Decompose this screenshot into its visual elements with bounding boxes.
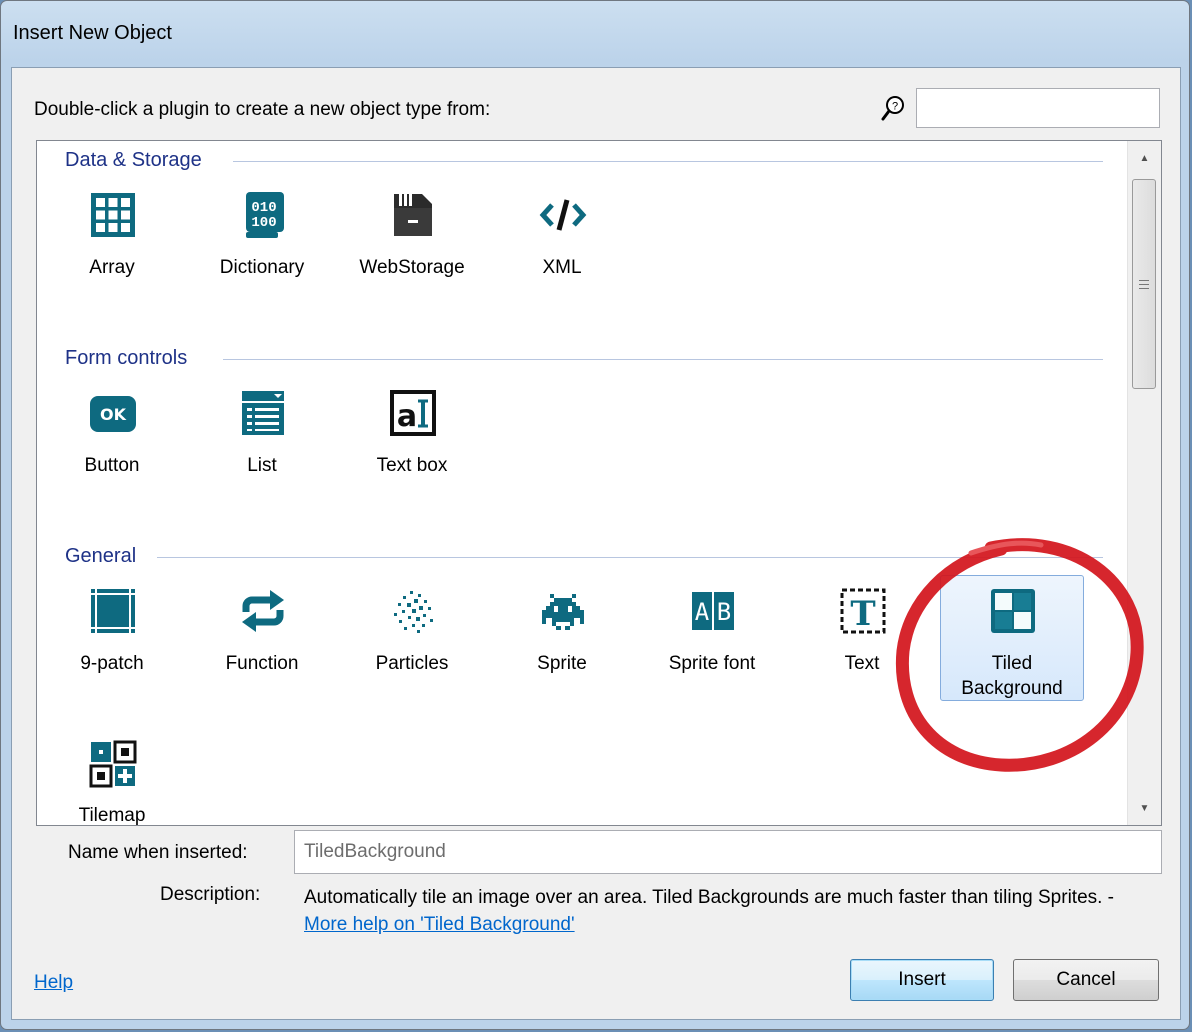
particles-icon: [394, 591, 433, 633]
plugin-label: Array: [89, 257, 135, 278]
tilemap-icon: [89, 740, 137, 788]
svg-text:OK: OK: [100, 405, 127, 424]
plugin-item-array[interactable]: Array: [40, 179, 184, 303]
plugin-label: Sprite font: [668, 653, 756, 674]
svg-text:100: 100: [251, 215, 276, 231]
plugin-label: Text box: [376, 455, 448, 476]
tiled-background-icon: [991, 589, 1035, 633]
name-when-inserted-field[interactable]: TiledBackground: [294, 830, 1162, 874]
plugin-label: XML: [542, 257, 582, 278]
plugin-label: Button: [84, 455, 140, 476]
plugin-label: Tiled Background: [961, 653, 1063, 699]
plugin-item-tiled-background[interactable]: Tiled Background: [940, 575, 1084, 701]
scroll-up-arrow-icon[interactable]: ▲: [1128, 141, 1161, 175]
plugin-list-scrollbar[interactable]: ▲ ▼: [1127, 141, 1161, 825]
svg-text:A: A: [695, 598, 710, 626]
repeat-arrows-icon: [242, 590, 284, 632]
svg-text:T: T: [850, 594, 875, 634]
search-icon: ?: [881, 96, 904, 121]
plugin-item-tilemap[interactable]: Tilemap: [40, 727, 184, 826]
plugin-item-list[interactable]: List: [190, 377, 334, 501]
scroll-down-arrow-icon[interactable]: ▼: [1128, 791, 1161, 825]
scroll-thumb[interactable]: [1132, 179, 1156, 389]
storage-drive-icon: [394, 194, 432, 236]
plugin-item-function[interactable]: Function: [190, 575, 334, 699]
svg-text:?: ?: [892, 101, 898, 113]
list-icon: [242, 391, 284, 435]
plugin-label: 9-patch: [80, 653, 144, 674]
more-help-link[interactable]: More help on 'Tiled Background': [304, 914, 575, 935]
plugin-item-sprite[interactable]: Sprite: [490, 575, 634, 699]
name-when-inserted-label: Name when inserted:: [68, 842, 248, 863]
space-invader-icon: [542, 594, 584, 630]
search-input[interactable]: [916, 88, 1160, 128]
plugin-item-text[interactable]: T Text: [790, 575, 934, 699]
dialog-client-area: Double-click a plugin to create a new ob…: [11, 67, 1181, 1020]
plugin-item-text-box[interactable]: a Text box: [340, 377, 484, 501]
svg-text:a: a: [397, 399, 417, 434]
svg-text:B: B: [717, 598, 731, 626]
plugin-item-particles[interactable]: Particles: [340, 575, 484, 699]
plugin-label: Text: [844, 653, 880, 674]
plugin-label: Function: [225, 653, 299, 674]
dialog-window: Insert New Object Double-click a plugin …: [0, 0, 1190, 1030]
plugin-item-9-patch[interactable]: 9-patch: [40, 575, 184, 699]
svg-text:010: 010: [251, 200, 276, 216]
description-text: Automatically tile an image over an area…: [304, 887, 1115, 935]
help-link[interactable]: Help: [34, 972, 73, 994]
plugin-label: WebStorage: [359, 257, 465, 278]
plugin-item-dictionary[interactable]: 010 100 Dictionary: [190, 179, 334, 303]
textbox-icon: a: [390, 390, 436, 436]
category-divider: [223, 359, 1103, 360]
plugin-item-button[interactable]: OK Button: [40, 377, 184, 501]
binary-document-icon: 010 100: [246, 192, 284, 238]
ok-button-icon: OK: [90, 396, 136, 432]
category-data-storage: Data & Storage: [65, 149, 202, 171]
dialog-title: Insert New Object: [13, 22, 172, 44]
description-label: Description:: [160, 884, 261, 905]
category-divider: [157, 557, 1103, 558]
plugin-label: Particles: [375, 653, 449, 674]
text-t-icon: T: [840, 588, 886, 634]
plugin-label: Tilemap: [78, 805, 146, 826]
grip-icon: [1139, 279, 1149, 289]
plugin-list[interactable]: Data & Storage Array 010 100 Dictionary …: [36, 140, 1162, 826]
plugin-item-sprite-font[interactable]: A B Sprite font: [640, 575, 784, 699]
plugin-label: List: [247, 455, 277, 476]
insert-button[interactable]: Insert: [850, 959, 994, 1001]
plugin-label: Sprite: [537, 653, 587, 674]
plugin-item-xml[interactable]: XML: [490, 179, 634, 303]
category-form-controls: Form controls: [65, 347, 188, 369]
instruction-text: Double-click a plugin to create a new ob…: [34, 99, 491, 120]
code-tag-icon: [539, 199, 587, 231]
plugin-label: Dictionary: [219, 257, 305, 278]
sprite-font-icon: A B: [692, 592, 734, 630]
category-divider: [233, 161, 1103, 162]
plugin-item-webstorage[interactable]: WebStorage: [340, 179, 484, 303]
grid-icon: [91, 193, 135, 237]
cancel-button[interactable]: Cancel: [1013, 959, 1159, 1001]
category-general: General: [65, 545, 137, 567]
nine-patch-icon: [91, 589, 135, 633]
